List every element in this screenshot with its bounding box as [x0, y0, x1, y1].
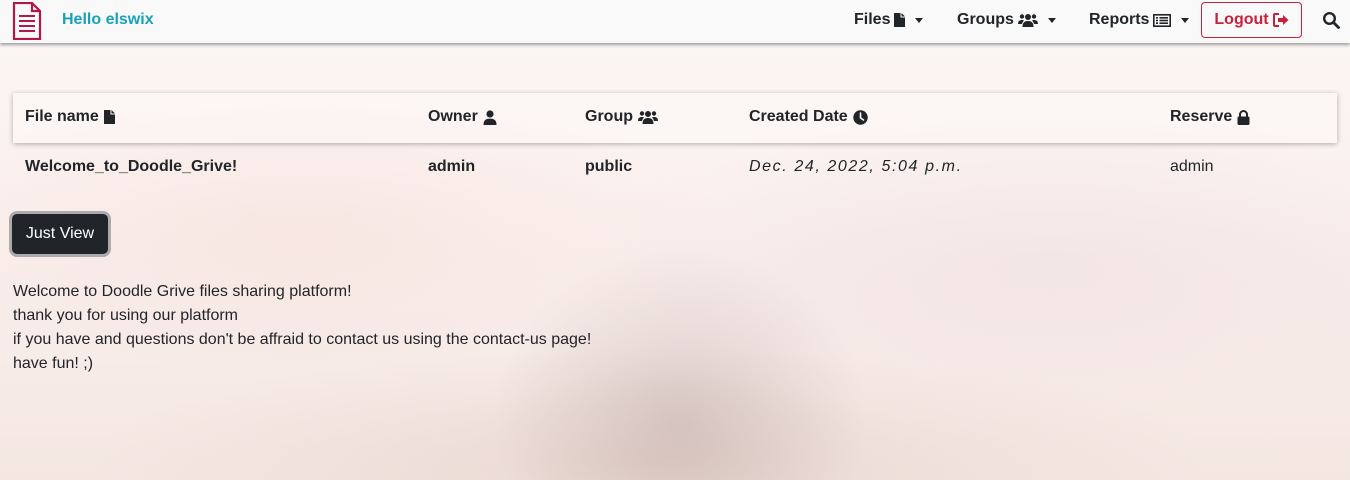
list-icon	[1153, 13, 1172, 27]
content-line: if you have and questions don't be affra…	[13, 331, 592, 348]
logout-label: Logout	[1214, 11, 1269, 28]
navbar: Hello elswix Files Groups Reports Logout	[0, 0, 1350, 43]
nav-reports-label: Reports	[1089, 11, 1150, 28]
content-line: Welcome to Doodle Grive files sharing pl…	[13, 283, 352, 300]
chevron-down-icon	[915, 17, 924, 23]
header-reserve: Reserve	[1170, 108, 1250, 126]
user-icon	[483, 109, 497, 125]
files-table-header	[13, 93, 1337, 143]
nav-groups-label: Groups	[957, 11, 1014, 28]
content-line: thank you for using our platform	[13, 307, 239, 324]
header-owner: Owner	[428, 108, 497, 126]
file-content: Welcome to Doodle Grive files sharing pl…	[13, 280, 591, 376]
search-icon[interactable]	[1322, 11, 1340, 29]
users-icon	[638, 110, 658, 124]
document-icon[interactable]	[12, 2, 42, 40]
greeting-link[interactable]: Hello elswix	[62, 11, 154, 29]
cell-created-date: Dec. 24, 2022, 5:04 p.m.	[749, 158, 963, 175]
nav-files-dropdown[interactable]: Files	[854, 11, 924, 29]
logout-button[interactable]: Logout	[1201, 2, 1302, 38]
nav-reports-dropdown[interactable]: Reports	[1089, 11, 1190, 29]
header-created-date: Created Date	[749, 108, 868, 126]
header-group-label: Group	[585, 108, 633, 125]
content-line: have fun! ;)	[13, 355, 94, 372]
cell-reserve: admin	[1170, 158, 1214, 175]
file-icon	[103, 110, 115, 124]
sign-out-icon	[1272, 13, 1289, 27]
nav-groups-dropdown[interactable]: Groups	[957, 11, 1056, 29]
file-icon	[894, 13, 906, 27]
lock-icon	[1237, 109, 1250, 125]
header-file-name-label: File name	[25, 108, 99, 125]
cell-owner: admin	[428, 158, 476, 175]
header-created-date-label: Created Date	[749, 108, 848, 125]
just-view-button[interactable]: Just View	[12, 214, 108, 254]
chevron-down-icon	[1181, 17, 1190, 23]
users-icon	[1017, 13, 1038, 27]
cell-file-name[interactable]: Welcome_to_Doodle_Grive!	[25, 158, 237, 176]
header-file-name: File name	[25, 108, 115, 126]
cell-group: public	[585, 158, 633, 175]
header-reserve-label: Reserve	[1170, 108, 1233, 125]
header-owner-label: Owner	[428, 108, 478, 125]
nav-files-label: Files	[854, 11, 891, 28]
clock-icon	[853, 109, 868, 125]
header-group: Group	[585, 108, 658, 126]
chevron-down-icon	[1047, 17, 1056, 23]
